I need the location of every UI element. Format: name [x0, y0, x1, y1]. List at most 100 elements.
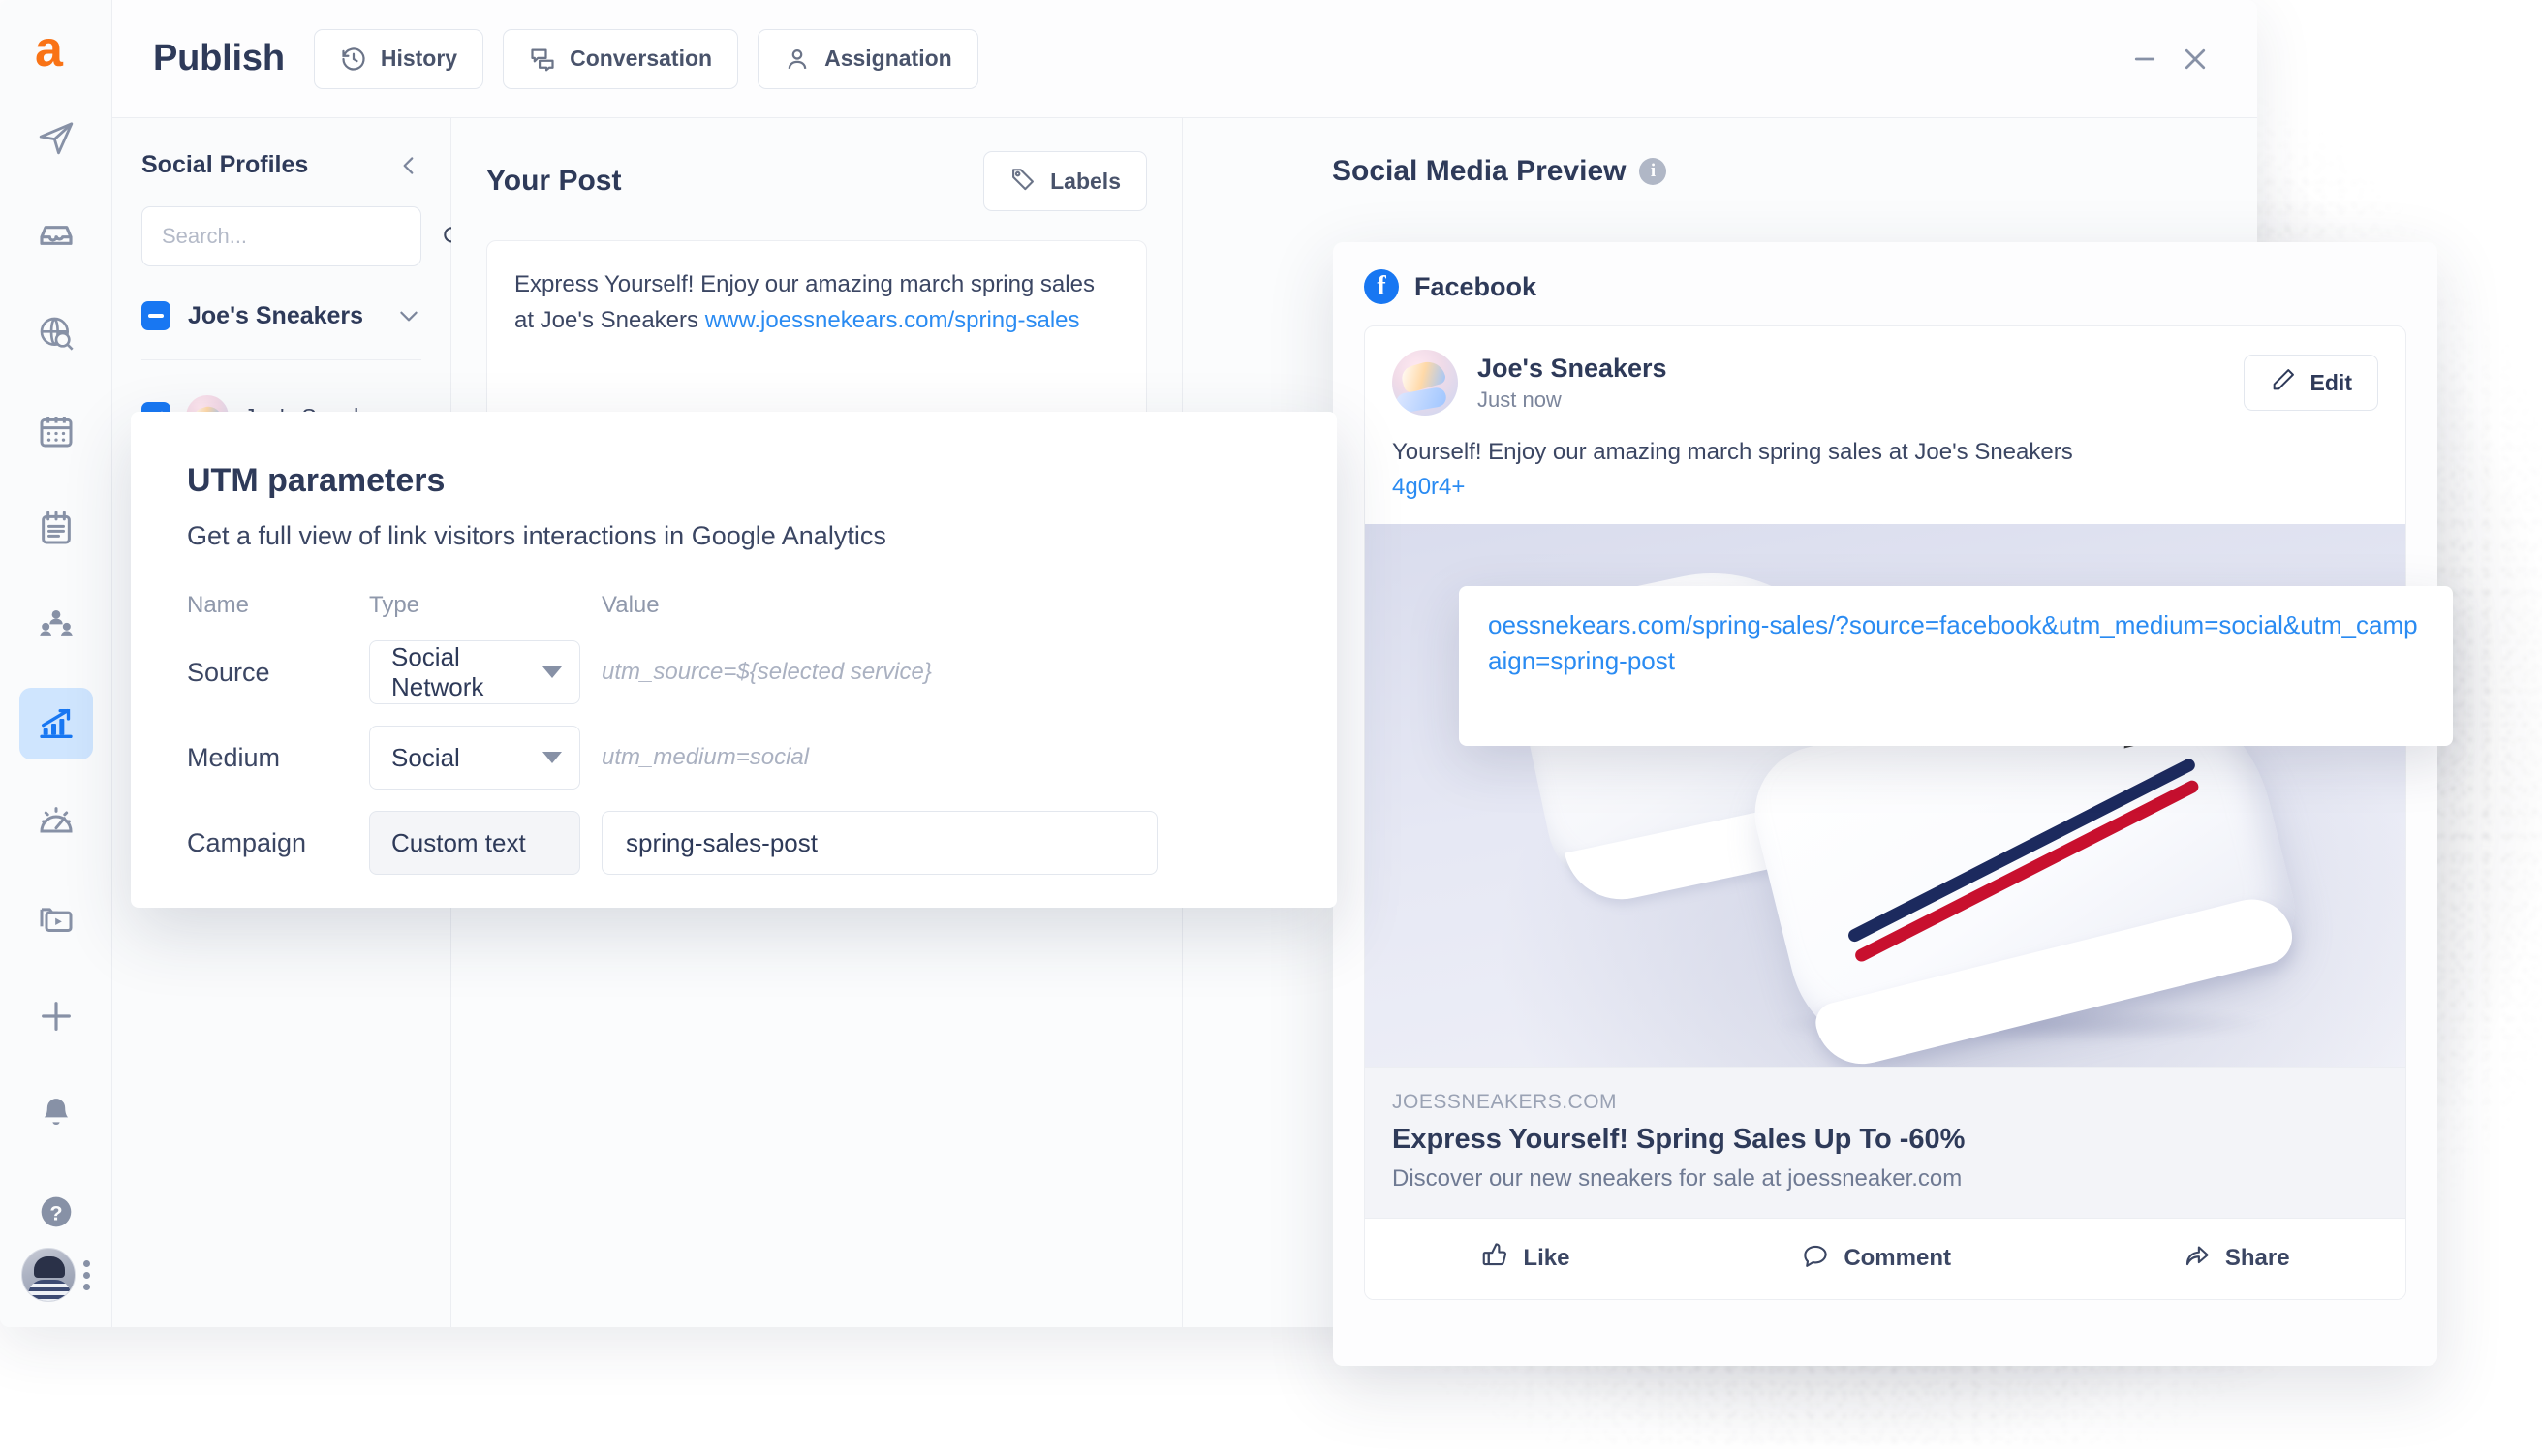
avatar — [1392, 350, 1458, 416]
utm-source-value-hint: utm_source=${selected service} — [602, 659, 932, 685]
chevron-left-icon[interactable] — [396, 153, 421, 178]
utm-medium-value-hint: utm_medium=social — [602, 744, 810, 770]
facebook-post-card: Joe's Sneakers Just now Edit Yourself! E… — [1364, 325, 2406, 1300]
social-profiles-title: Social Profiles — [141, 151, 309, 178]
edit-button[interactable]: Edit — [2243, 355, 2378, 411]
utm-table-header: Name Type Value — [187, 592, 1281, 619]
profile-group-row[interactable]: Joe's Sneakers — [141, 301, 421, 360]
history-button[interactable]: History — [313, 28, 484, 89]
your-post-title: Your Post — [486, 165, 622, 197]
profile-group-name: Joe's Sneakers — [188, 301, 364, 329]
facebook-post-body: Yourself! Enjoy our amazing march spring… — [1365, 425, 2405, 524]
speedometer-icon[interactable] — [19, 785, 93, 857]
comment-icon — [1801, 1240, 1830, 1276]
facebook-post-link[interactable]: 4g0r4+ — [1392, 474, 1465, 500]
utm-campaign-value: spring-sales-post — [626, 827, 818, 857]
calendar-icon[interactable] — [19, 394, 93, 467]
utm-campaign-type-value: Custom text — [391, 827, 526, 857]
labels-button[interactable]: Labels — [983, 151, 1147, 211]
utm-parameters-modal: UTM parameters Get a full view of link v… — [131, 412, 1337, 908]
inbox-icon[interactable] — [19, 200, 93, 272]
link-description: Discover our new sneakers for sale at jo… — [1392, 1165, 1963, 1192]
svg-text:?: ? — [49, 1200, 62, 1224]
conversation-icon — [529, 46, 556, 73]
thumbs-up-icon — [1480, 1240, 1509, 1276]
facebook-link-preview[interactable]: JOESSNEAKERS.COM Express Yourself! Sprin… — [1365, 1067, 2405, 1218]
labels-button-label: Labels — [1050, 168, 1121, 194]
user-menu[interactable] — [21, 1248, 90, 1303]
search-input[interactable] — [162, 224, 441, 249]
column-header-value: Value — [602, 592, 660, 618]
utm-source-type-select[interactable]: Social Network — [369, 640, 580, 704]
assignation-button-label: Assignation — [824, 46, 952, 71]
post-text-link[interactable]: www.joessnekears.com/spring-sales — [705, 307, 1080, 333]
facebook-post-header: Joe's Sneakers Just now Edit — [1365, 326, 2405, 425]
like-label: Like — [1523, 1244, 1570, 1271]
facebook-network-label: Facebook — [1414, 271, 1537, 301]
avatar[interactable] — [21, 1248, 76, 1303]
utm-row-name: Medium — [187, 742, 281, 772]
history-icon — [340, 46, 367, 73]
utm-modal-title: UTM parameters — [187, 462, 446, 499]
utm-parameters-table: Name Type Value Source Social Network ut… — [187, 592, 1281, 875]
facebook-post-actions: Like Comment Share — [1365, 1218, 2405, 1299]
chevron-down-icon — [542, 752, 562, 763]
facebook-post-text: Yourself! Enjoy our amazing march spring… — [1392, 439, 2073, 465]
app-logo: a — [27, 19, 85, 77]
post-text[interactable]: Express Yourself! Enjoy our amazing marc… — [514, 266, 1119, 338]
page-title: Publish — [153, 38, 285, 78]
like-button[interactable]: Like — [1480, 1240, 1569, 1276]
team-icon[interactable] — [19, 590, 93, 663]
svg-text:a: a — [35, 23, 64, 74]
social-media-preview-title: Social Media Preview — [1332, 155, 1627, 187]
link-domain: JOESSNEAKERS.COM — [1392, 1091, 1618, 1113]
group-checkbox[interactable] — [141, 301, 170, 330]
your-post-header: Your Post Labels — [451, 118, 1182, 211]
chevron-down-icon — [542, 666, 562, 678]
facebook-preview-panel: f Facebook Joe's Sneakers Just now Edit — [1333, 242, 2437, 1366]
comment-button[interactable]: Comment — [1801, 1240, 1951, 1276]
utm-medium-type-value: Social — [391, 742, 460, 772]
assignation-button[interactable]: Assignation — [758, 28, 978, 89]
plus-icon[interactable] — [19, 980, 93, 1053]
app-header: Publish History Conversation Assignation — [112, 0, 2257, 118]
history-button-label: History — [380, 46, 458, 71]
info-icon[interactable]: i — [1639, 158, 1667, 185]
close-icon[interactable] — [2170, 34, 2220, 84]
left-nav-rail: a ? — [0, 0, 112, 1327]
social-profiles-header: Social Profiles — [141, 151, 421, 179]
help-icon[interactable]: ? — [19, 1175, 93, 1248]
utm-medium-type-select[interactable]: Social — [369, 726, 580, 790]
utm-source-type-value: Social Network — [391, 642, 484, 701]
facebook-icon: f — [1364, 269, 1399, 304]
edit-button-label: Edit — [2310, 369, 2352, 395]
facebook-preview-network: f Facebook — [1364, 269, 2406, 304]
minimize-icon[interactable] — [2120, 34, 2170, 84]
utm-modal-subtitle: Get a full view of link visitors interac… — [187, 521, 886, 550]
facebook-author-name: Joe's Sneakers — [1477, 353, 1667, 383]
share-button[interactable]: Share — [2183, 1240, 2290, 1276]
bell-icon[interactable] — [19, 1078, 93, 1151]
more-options-icon[interactable] — [83, 1259, 90, 1290]
conversation-button-label: Conversation — [570, 46, 713, 71]
notepad-icon[interactable] — [19, 492, 93, 565]
table-row: Campaign Custom text spring-sales-post — [187, 811, 1281, 875]
tag-icon — [1009, 165, 1037, 198]
link-title: Express Yourself! Spring Sales Up To -60… — [1392, 1124, 1966, 1155]
screenshot-stage: a ? Publish History Conversation Assigna… — [0, 0, 2542, 1456]
globe-search-icon[interactable] — [19, 297, 93, 370]
facebook-post-author: Joe's Sneakers Just now — [1477, 354, 2244, 413]
send-icon[interactable] — [19, 102, 93, 174]
column-header-name: Name — [187, 592, 250, 618]
table-row: Source Social Network utm_source=${selec… — [187, 640, 1281, 704]
comment-label: Comment — [1844, 1244, 1951, 1271]
utm-url-popup: oessnekears.com/spring-sales/?source=fac… — [1459, 586, 2453, 746]
utm-campaign-input[interactable]: spring-sales-post — [602, 811, 1158, 875]
conversation-button[interactable]: Conversation — [503, 28, 739, 89]
search-box[interactable] — [141, 206, 464, 266]
analytics-icon[interactable] — [18, 687, 93, 760]
user-icon — [784, 46, 811, 73]
chevron-down-icon[interactable] — [396, 303, 421, 328]
media-folder-icon[interactable] — [19, 883, 93, 955]
utm-campaign-type-select[interactable]: Custom text — [369, 811, 580, 875]
